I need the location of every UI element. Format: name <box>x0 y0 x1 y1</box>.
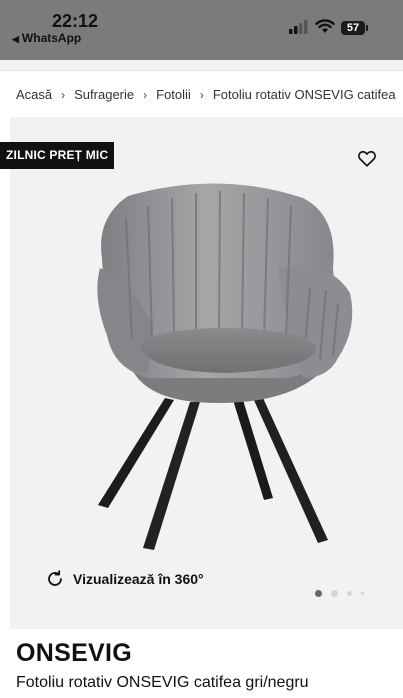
battery-level: 57 <box>346 22 360 34</box>
breadcrumb-current[interactable]: Fotoliu rotativ ONSEVIG catifea <box>213 87 396 102</box>
breadcrumb: Acasă › Sufragerie › Fotolii › Fotoliu r… <box>16 87 396 102</box>
product-name: Fotoliu rotativ ONSEVIG catifea gri/negr… <box>16 674 309 691</box>
chevron-right-icon: › <box>199 87 204 102</box>
product-chair-image <box>97 183 353 550</box>
gallery-dot-4[interactable] <box>361 592 364 595</box>
browser-top-divider <box>0 60 403 71</box>
price-badge: ZILNIC PREȚ MIC <box>0 142 115 169</box>
status-bar: 22:12 ◀ WhatsApp 57 <box>0 0 403 60</box>
back-to-app-link[interactable]: ◀ WhatsApp <box>12 31 81 45</box>
back-app-label: WhatsApp <box>21 31 82 45</box>
gallery-dot-3[interactable] <box>347 591 352 596</box>
cellular-signal-icon <box>289 20 308 34</box>
breadcrumb-fotolii[interactable]: Fotolii <box>156 87 191 102</box>
breadcrumb-home[interactable]: Acasă <box>16 87 52 102</box>
heart-icon[interactable] <box>356 147 378 169</box>
wifi-icon <box>315 19 335 33</box>
breadcrumb-sufragerie[interactable]: Sufragerie <box>74 87 134 102</box>
view-360-button[interactable]: Vizualizează în 360° <box>46 570 204 588</box>
chevron-right-icon: › <box>61 87 66 102</box>
rotate-icon <box>48 570 62 586</box>
product-brand: ONSEVIG <box>16 639 133 667</box>
gallery-pagination <box>315 590 373 597</box>
gallery-dot-1[interactable] <box>315 590 322 597</box>
view-360-label: Vizualizează în 360° <box>73 571 204 587</box>
status-time: 22:12 <box>52 11 99 31</box>
chevron-right-icon: › <box>143 87 148 102</box>
gallery-dot-2[interactable] <box>331 590 338 597</box>
battery-icon: 57 <box>341 21 368 35</box>
back-triangle-icon: ◀ <box>12 34 19 44</box>
